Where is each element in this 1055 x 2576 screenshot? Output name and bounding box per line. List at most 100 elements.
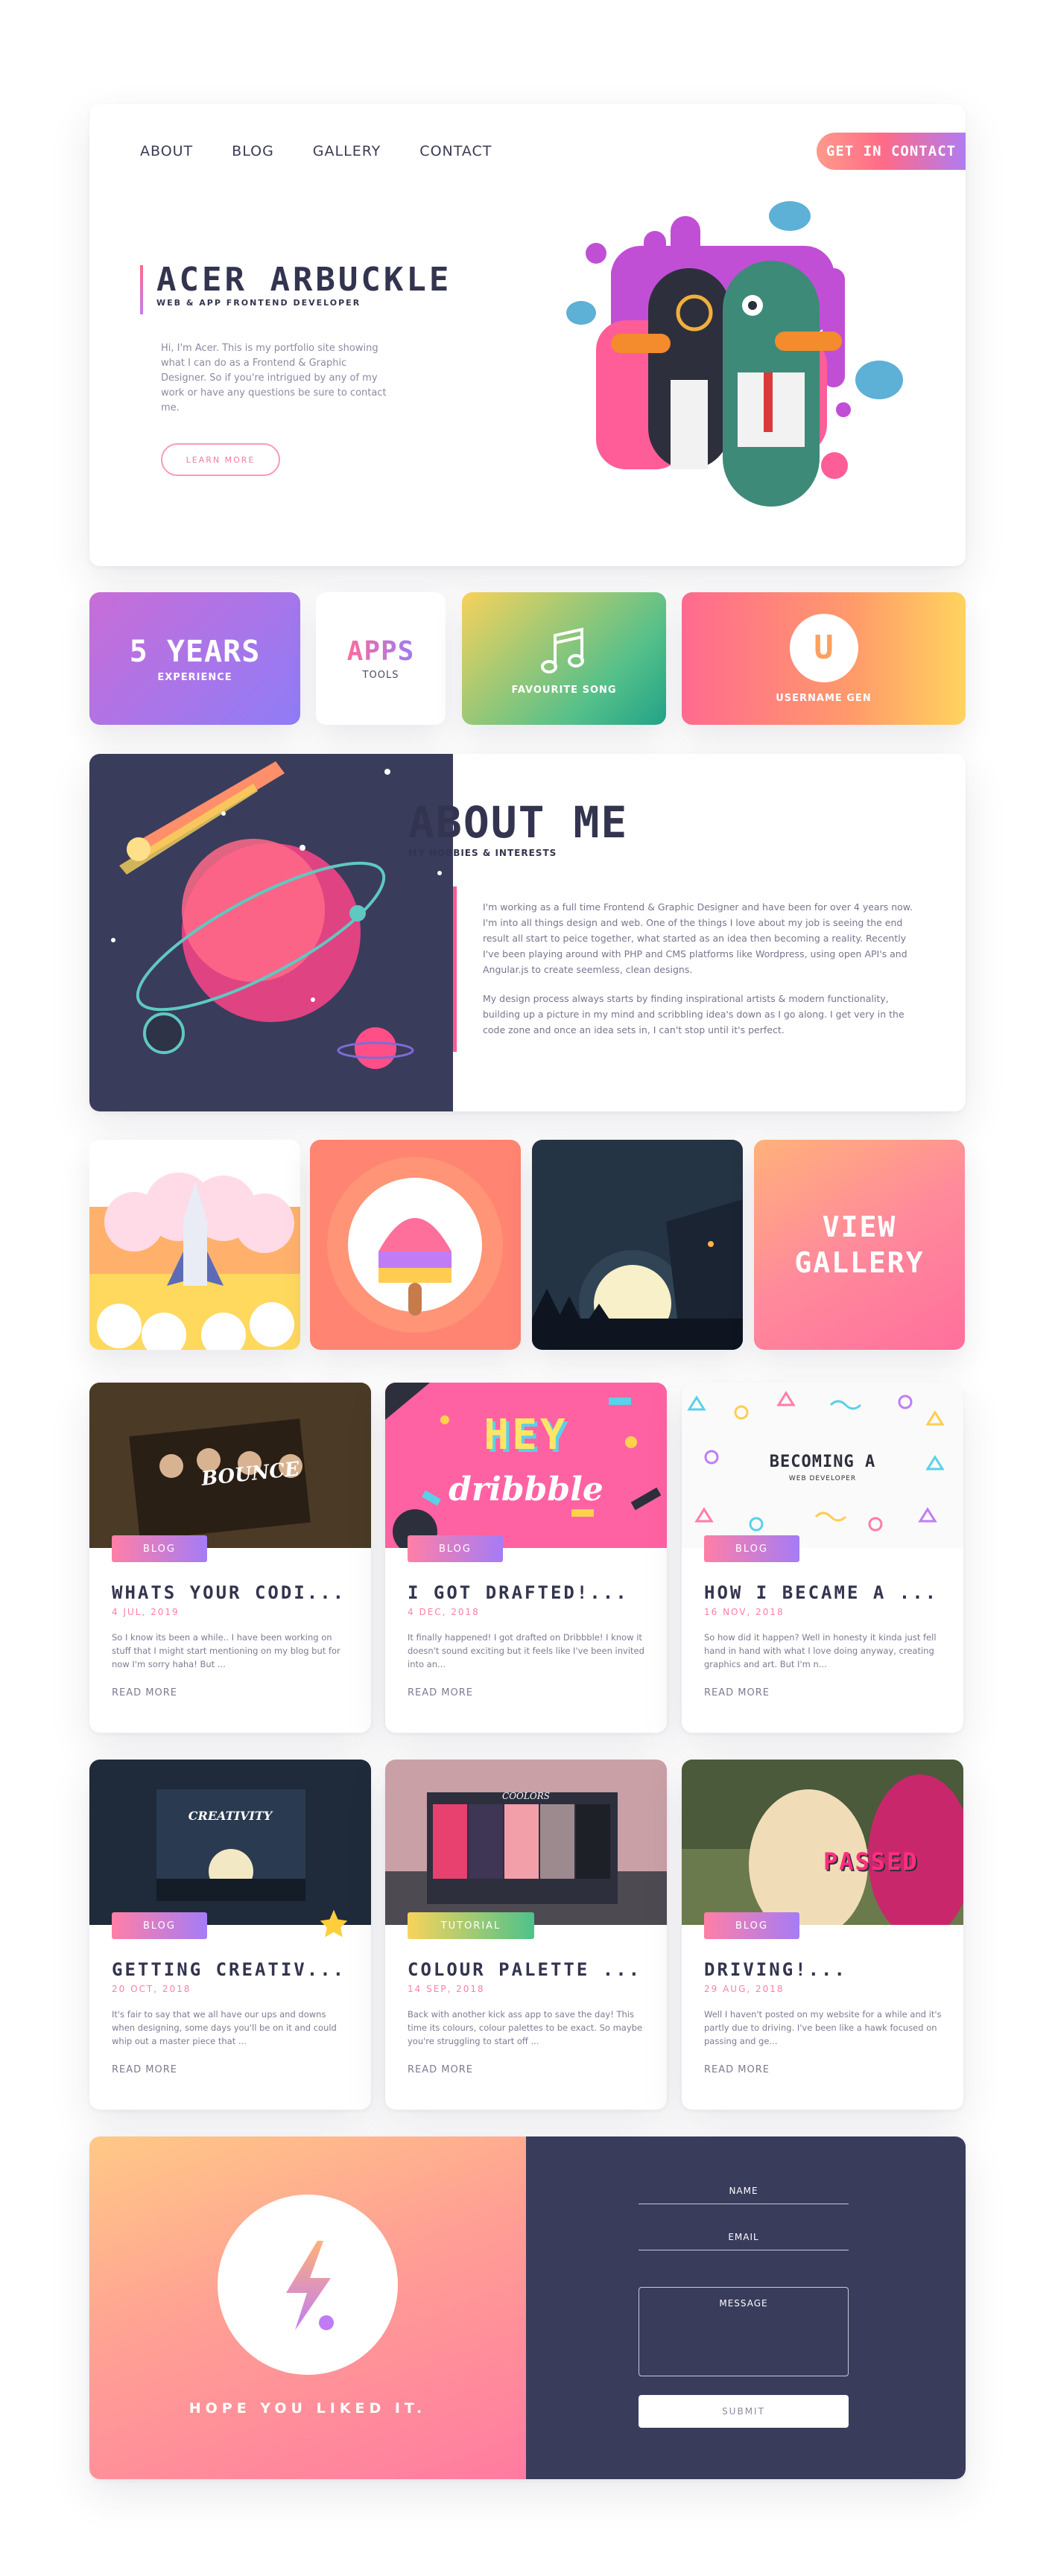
stat-favourite-song[interactable]: FAVOURITE SONG xyxy=(462,592,666,725)
about-paragraph-1: I'm working as a full time Frontend & Gr… xyxy=(483,901,913,975)
post-tag[interactable]: BLOG xyxy=(704,1535,799,1562)
footer-card: HOPE YOU LIKED IT. NAME EMAIL MESSAGE SU… xyxy=(89,2136,966,2479)
apps-value: APPS xyxy=(346,636,415,667)
thumb-passed: PASSED xyxy=(823,1847,919,1876)
view-gallery-tile[interactable]: VIEW GALLERY xyxy=(754,1140,965,1350)
read-more-link[interactable]: READ MORE xyxy=(704,1687,770,1698)
gallery-tile-icecream[interactable] xyxy=(310,1140,521,1350)
nav-about[interactable]: ABOUT xyxy=(140,143,193,159)
read-more-link[interactable]: READ MORE xyxy=(112,2064,177,2075)
blog-post-card[interactable]: BOUNCE BLOG WHATS YOUR CODI... 4 JUL, 20… xyxy=(89,1383,371,1733)
lightning-bolt-icon xyxy=(286,2241,334,2330)
blog-post-card[interactable]: BECOMING A WEB DEVELOPER BLOG HOW I BECA… xyxy=(682,1383,963,1733)
post-title[interactable]: DRIVING!... xyxy=(704,1959,950,1980)
icecream-illustration xyxy=(310,1140,521,1350)
post-date: 4 JUL, 2019 xyxy=(112,1607,180,1617)
about-accent-bar xyxy=(453,886,457,1052)
read-more-link[interactable]: READ MORE xyxy=(408,1687,473,1698)
space-illustration xyxy=(89,754,453,1111)
about-body: I'm working as a full time Frontend & Gr… xyxy=(483,899,924,1038)
read-more-link[interactable]: READ MORE xyxy=(704,2064,770,2075)
logo-badge xyxy=(218,2195,398,2375)
thumb-hey: HEY xyxy=(484,1411,568,1459)
post-thumbnail: PASSED xyxy=(682,1760,963,1925)
post-title[interactable]: I GOT DRAFTED!... xyxy=(408,1582,653,1603)
hero-title-block: ACER ARBUCKLE WEB & APP FRONTEND DEVELOP… xyxy=(140,261,452,314)
main-nav: ABOUT BLOG GALLERY CONTACT xyxy=(140,143,492,159)
post-thumbnail: BECOMING A WEB DEVELOPER xyxy=(682,1383,963,1548)
post-excerpt: Back with another kick ass app to save t… xyxy=(408,2009,643,2046)
title-accent-bar xyxy=(140,265,143,314)
learn-more-button[interactable]: LEARN MORE xyxy=(161,443,280,476)
get-in-contact-button[interactable]: GET IN CONTACT xyxy=(817,133,966,170)
blog-post-card[interactable]: CREATIVITY BLOG GETTING CREATIV... 20 OC… xyxy=(89,1760,371,2110)
stat-username-gen[interactable]: U USERNAME GEN xyxy=(682,592,966,725)
nav-blog[interactable]: BLOG xyxy=(232,143,274,159)
post-date: 20 OCT, 2018 xyxy=(112,1984,191,1994)
post-thumbnail: HEY dribbble xyxy=(385,1383,667,1548)
blog-post-card[interactable]: COOLORS TUTORIAL COLOUR PALETTE ... 14 S… xyxy=(385,1760,667,2110)
post-title[interactable]: HOW I BECAME A ... xyxy=(704,1582,950,1603)
birds-illustration xyxy=(566,201,903,507)
submit-button[interactable]: SUBMIT xyxy=(639,2395,849,2428)
years-label: EXPERIENCE xyxy=(157,671,232,683)
footer-tagline: HOPE YOU LIKED IT. xyxy=(188,2400,427,2417)
post-date: 29 AUG, 2018 xyxy=(704,1984,785,1994)
post-excerpt: So how did it happen? Well in honesty it… xyxy=(704,1632,937,1669)
thumb-becoming: BECOMING A xyxy=(769,1453,876,1471)
apps-label: TOOLS xyxy=(362,670,399,681)
about-title-block: ABOUT ME MY HOBBIES & INTERESTS xyxy=(408,800,628,858)
view-gallery-label: VIEW GALLERY xyxy=(794,1211,925,1279)
hero-subtitle: WEB & APP FRONTEND DEVELOPER xyxy=(156,298,361,308)
read-more-link[interactable]: READ MORE xyxy=(408,2064,473,2075)
stat-apps[interactable]: APPS TOOLS xyxy=(316,592,446,725)
about-heading: ABOUT ME xyxy=(408,797,629,848)
stat-years[interactable]: 5 YEARS EXPERIENCE xyxy=(89,592,300,725)
post-title[interactable]: GETTING CREATIV... xyxy=(112,1959,358,1980)
rocket-illustration xyxy=(89,1140,300,1350)
post-date: 14 SEP, 2018 xyxy=(408,1984,485,1994)
post-tag[interactable]: BLOG xyxy=(112,1912,207,1939)
nav-contact[interactable]: CONTACT xyxy=(419,143,492,159)
footer-brand-panel: HOPE YOU LIKED IT. xyxy=(89,2136,526,2479)
about-paragraph-2: My design process always starts by findi… xyxy=(483,993,904,1035)
about-subtitle: MY HOBBIES & INTERESTS xyxy=(408,848,557,858)
name-field[interactable]: NAME xyxy=(639,2186,849,2204)
post-date: 4 DEC, 2018 xyxy=(408,1607,480,1617)
thumb-web-developer: WEB DEVELOPER xyxy=(788,1475,857,1482)
hero-card: ABOUT BLOG GALLERY CONTACT GET IN CONTAC… xyxy=(89,104,966,566)
read-more-link[interactable]: READ MORE xyxy=(112,1687,177,1698)
thumb-dribbble: dribbble xyxy=(449,1471,603,1509)
blog-post-card[interactable]: PASSED BLOG DRIVING!... 29 AUG, 2018 Wel… xyxy=(682,1760,963,2110)
post-excerpt: So I know its been a while.. I have been… xyxy=(112,1632,340,1669)
username-icon: U xyxy=(789,613,858,682)
post-excerpt: It's fair to say that we all have our up… xyxy=(112,2009,337,2046)
contact-form: NAME EMAIL MESSAGE SUBMIT xyxy=(526,2136,966,2479)
blog-post-card[interactable]: HEY dribbble BLOG I GOT DRAFTED!... 4 DE… xyxy=(385,1383,667,1733)
post-title[interactable]: COLOUR PALETTE ... xyxy=(408,1959,653,1980)
post-tag[interactable]: BLOG xyxy=(408,1535,503,1562)
hero-intro: Hi, I'm Acer. This is my portfolio site … xyxy=(161,343,387,413)
post-thumbnail: COOLORS xyxy=(385,1760,667,1925)
post-tag[interactable]: TUTORIAL xyxy=(408,1912,534,1939)
years-value: 5 YEARS xyxy=(129,634,261,669)
post-thumbnail: BOUNCE xyxy=(89,1383,371,1548)
post-date: 16 NOV, 2018 xyxy=(704,1607,785,1617)
post-tag[interactable]: BLOG xyxy=(112,1535,207,1562)
username-label: USERNAME GEN xyxy=(776,692,872,704)
post-tag[interactable]: BLOG xyxy=(704,1912,799,1939)
about-card: ABOUT ME MY HOBBIES & INTERESTS I'm work… xyxy=(89,754,966,1111)
post-excerpt: It finally happened! I got drafted on Dr… xyxy=(408,1632,644,1669)
post-thumbnail: CREATIVITY xyxy=(89,1760,371,1925)
email-field[interactable]: EMAIL xyxy=(639,2232,849,2250)
post-excerpt: Well I haven't posted on my website for … xyxy=(704,2009,942,2046)
thumb-creativity: CREATIVITY xyxy=(188,1809,273,1823)
message-field[interactable]: MESSAGE xyxy=(639,2287,849,2376)
night-moon-illustration xyxy=(532,1140,743,1350)
star-icon xyxy=(320,1909,348,1938)
gallery-tile-night[interactable] xyxy=(532,1140,743,1350)
nav-gallery[interactable]: GALLERY xyxy=(313,143,381,159)
post-title[interactable]: WHATS YOUR CODI... xyxy=(112,1582,358,1603)
gallery-tile-rocket[interactable] xyxy=(89,1140,300,1350)
hero-name: ACER ARBUCKLE xyxy=(156,261,452,299)
